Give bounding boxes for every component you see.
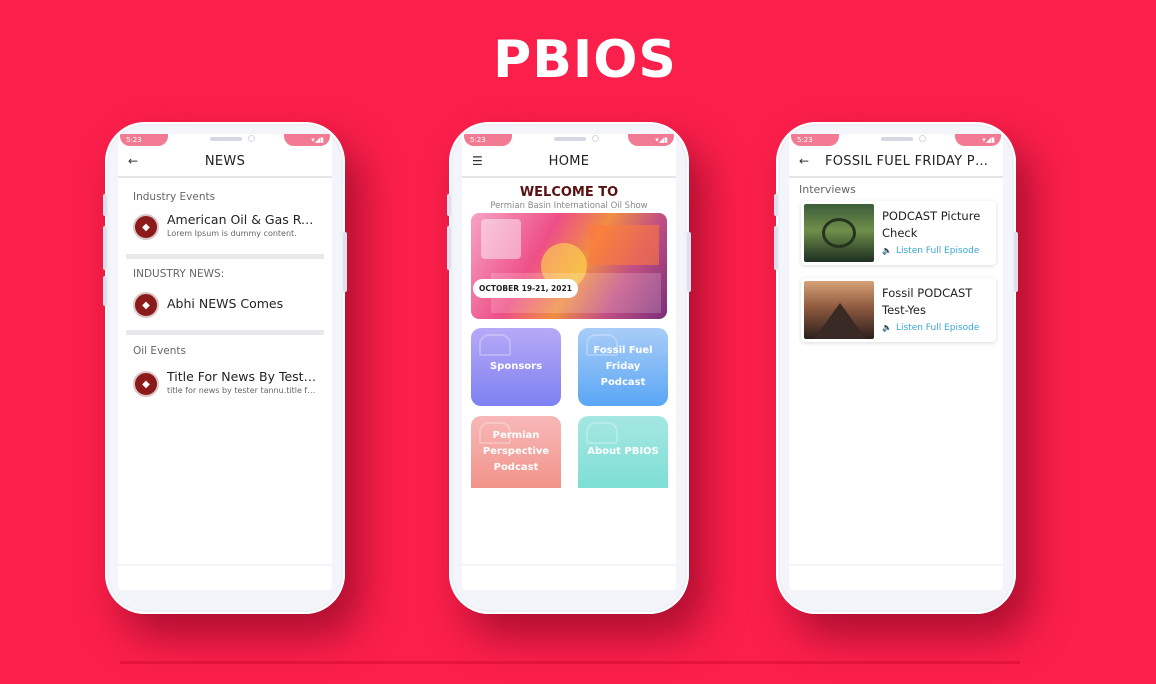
news-title: American Oil & Gas Re... bbox=[167, 212, 317, 227]
banner-graphic bbox=[481, 219, 521, 259]
status-icons: ▾◢▮ bbox=[628, 134, 674, 146]
phone-home: 5:23 ▾◢▮ ☰ HOME WELCOME TO Permian Basin… bbox=[447, 122, 691, 614]
front-camera bbox=[919, 135, 926, 142]
tile-label: About PBIOS bbox=[587, 446, 659, 457]
floor-shadow bbox=[120, 661, 1020, 664]
speaker-icon: 🔈 bbox=[882, 323, 892, 332]
side-button bbox=[774, 226, 778, 270]
arrow-left-icon[interactable]: ← bbox=[128, 154, 144, 168]
status-bar: 5:23 ▾◢▮ bbox=[789, 134, 1003, 146]
episode-thumbnail bbox=[804, 281, 874, 339]
episode-card[interactable]: Fossil PODCAST Test-Yes 🔈 Listen Full Ep… bbox=[801, 278, 996, 342]
side-button bbox=[343, 232, 347, 292]
podcast-screen: 5:23 ▾◢▮ ← FOSSIL FUEL FRIDAY PO... Inte… bbox=[789, 134, 1003, 564]
side-button bbox=[103, 226, 107, 270]
listen-label: Listen Full Episode bbox=[895, 245, 980, 256]
news-subtitle: title for news by tester tannu.title fo.… bbox=[167, 386, 317, 395]
status-time: 5:23 bbox=[464, 134, 512, 146]
status-time: 5:23 bbox=[791, 134, 839, 146]
section-heading: Interviews bbox=[799, 183, 856, 196]
event-date-badge: OCTOBER 19-21, 2021 bbox=[473, 279, 578, 298]
episode-title: Fossil PODCAST Test-Yes bbox=[882, 286, 973, 318]
side-button bbox=[103, 276, 107, 306]
news-screen: 5:23 ▾◢▮ ← NEWS Industry Events ◆ Americ… bbox=[118, 134, 332, 564]
fossil-fuel-podcast-tile[interactable]: Fossil Fuel Friday Podcast bbox=[578, 328, 668, 406]
phone-podcast: 5:23 ▾◢▮ ← FOSSIL FUEL FRIDAY PO... Inte… bbox=[774, 122, 1018, 614]
news-avatar-icon: ◆ bbox=[133, 214, 159, 240]
section-heading: INDUSTRY NEWS: bbox=[133, 268, 225, 280]
side-button bbox=[447, 226, 451, 270]
status-bar: 5:23 ▾◢▮ bbox=[118, 134, 332, 146]
listen-full-episode-link[interactable]: 🔈 Listen Full Episode bbox=[882, 323, 992, 333]
status-icons: ▾◢▮ bbox=[284, 134, 330, 146]
app-bar: ☰ HOME bbox=[462, 146, 676, 178]
news-avatar-icon: ◆ bbox=[133, 292, 159, 318]
event-banner[interactable]: OCTOBER 19-21, 2021 bbox=[471, 213, 667, 319]
page-title: HOME bbox=[548, 153, 590, 169]
news-list-item[interactable]: ◆ Abhi NEWS Comes bbox=[118, 280, 332, 318]
news-list-item[interactable]: ◆ Title For News By Teste... title for n… bbox=[118, 357, 332, 397]
speaker-grille bbox=[210, 137, 242, 141]
headphones-icon bbox=[586, 334, 618, 356]
app-bar: ← NEWS bbox=[118, 146, 332, 178]
side-button bbox=[103, 194, 107, 216]
headphones-icon bbox=[479, 422, 511, 444]
news-subtitle: Lorem Ipsum is dummy content. bbox=[167, 229, 297, 238]
nav-bar-area bbox=[118, 566, 332, 590]
sponsors-tile[interactable]: Sponsors bbox=[471, 328, 561, 406]
side-button bbox=[774, 194, 778, 216]
episode-card[interactable]: PODCAST Picture Check 🔈 Listen Full Epis… bbox=[801, 201, 996, 265]
news-title: Title For News By Teste... bbox=[167, 369, 317, 384]
side-button bbox=[447, 194, 451, 216]
section-heading: Oil Events bbox=[133, 345, 186, 357]
hamburger-menu-icon[interactable]: ☰ bbox=[472, 154, 488, 168]
side-button bbox=[687, 232, 691, 292]
home-screen: 5:23 ▾◢▮ ☰ HOME WELCOME TO Permian Basin… bbox=[462, 134, 676, 564]
status-bar: 5:23 ▾◢▮ bbox=[462, 134, 676, 146]
permian-perspective-podcast-tile[interactable]: Permian Perspective Podcast bbox=[471, 416, 561, 488]
banner-graphic bbox=[589, 225, 659, 265]
welcome-subtitle: Permian Basin International Oil Show bbox=[490, 201, 648, 211]
info-card-icon bbox=[586, 422, 618, 444]
home-tiles: Sponsors Fossil Fuel Friday Podcast Perm… bbox=[471, 328, 676, 488]
nav-bar-area bbox=[462, 566, 676, 590]
listen-label: Listen Full Episode bbox=[895, 322, 980, 333]
status-icons: ▾◢▮ bbox=[955, 134, 1001, 146]
handshake-icon bbox=[479, 334, 511, 356]
tile-label: Sponsors bbox=[489, 361, 543, 372]
news-list-item[interactable]: ◆ American Oil & Gas Re... Lorem Ipsum i… bbox=[118, 203, 332, 240]
news-avatar-icon: ◆ bbox=[133, 371, 159, 397]
front-camera bbox=[592, 135, 599, 142]
side-button bbox=[1014, 232, 1018, 292]
speaker-icon: 🔈 bbox=[882, 246, 892, 255]
speaker-grille bbox=[881, 137, 913, 141]
section-heading: Industry Events bbox=[133, 191, 216, 203]
speaker-grille bbox=[554, 137, 586, 141]
welcome-title: WELCOME TO bbox=[519, 185, 619, 200]
front-camera bbox=[248, 135, 255, 142]
listen-full-episode-link[interactable]: 🔈 Listen Full Episode bbox=[882, 246, 992, 256]
phone-news: 5:23 ▾◢▮ ← NEWS Industry Events ◆ Americ… bbox=[103, 122, 347, 614]
episode-thumbnail bbox=[804, 204, 874, 262]
page-title: FOSSIL FUEL FRIDAY PO... bbox=[825, 153, 993, 169]
app-bar: ← FOSSIL FUEL FRIDAY PO... bbox=[789, 146, 1003, 178]
nav-bar-area bbox=[789, 566, 1003, 590]
episode-title: PODCAST Picture Check bbox=[882, 209, 981, 241]
news-title: Abhi NEWS Comes bbox=[167, 296, 284, 311]
brand-title: PBIOS bbox=[493, 30, 677, 90]
status-time: 5:23 bbox=[120, 134, 168, 146]
page-title: NEWS bbox=[204, 153, 246, 169]
arrow-left-icon[interactable]: ← bbox=[799, 154, 815, 168]
about-pbios-tile[interactable]: About PBIOS bbox=[578, 416, 668, 488]
